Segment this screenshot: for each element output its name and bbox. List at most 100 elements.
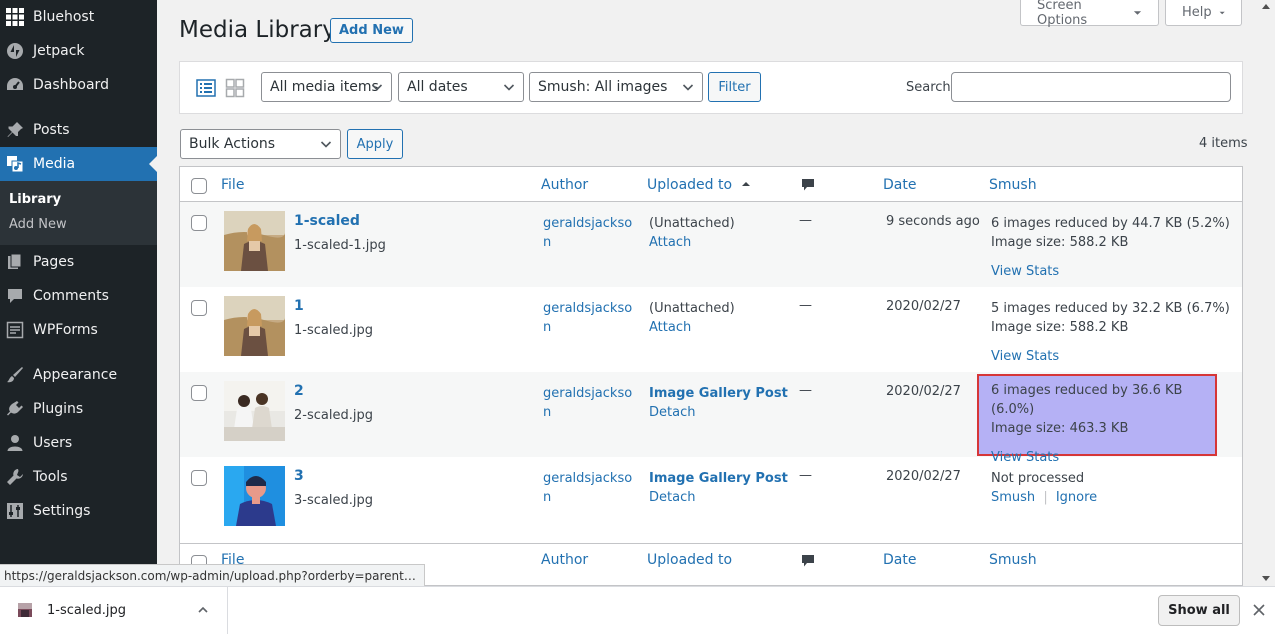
sidebar-item-label: Bluehost <box>33 9 95 25</box>
scroll-down-icon[interactable] <box>1262 576 1270 581</box>
column-uploaded-to-label: Uploaded to <box>647 177 733 193</box>
smush-image-size: Image size: 463.3 KB <box>991 421 1129 436</box>
sidebar-item-bluehost[interactable]: Bluehost <box>0 0 157 34</box>
sidebar-item-label: Appearance <box>33 367 118 383</box>
sidebar-item-appearance[interactable]: Appearance <box>0 358 157 392</box>
sidebar-item-dashboard[interactable]: Dashboard <box>0 68 157 102</box>
sidebar-item-users[interactable]: Users <box>0 426 157 460</box>
sidebar-item-pages[interactable]: Pages <box>0 245 157 279</box>
author-link[interactable]: geraldsjackson <box>543 299 633 337</box>
chevron-up-icon[interactable] <box>197 604 209 616</box>
screen-options-button[interactable]: Screen Options <box>1020 0 1159 28</box>
add-new-button[interactable]: Add New <box>330 18 413 43</box>
author-link[interactable]: geraldsjackson <box>543 214 633 252</box>
select-all-checkbox[interactable] <box>191 178 207 194</box>
sidebar-item-tools[interactable]: Tools <box>0 460 157 494</box>
chevron-down-icon <box>682 84 694 91</box>
thumbnail-image[interactable] <box>224 381 285 441</box>
file-name: 2-scaled.jpg <box>294 408 373 423</box>
grid-icon <box>5 7 25 27</box>
detach-link[interactable]: Detach <box>649 403 788 422</box>
grid-view-icon[interactable] <box>225 78 245 98</box>
sidebar-item-comments[interactable]: Comments <box>0 279 157 313</box>
users-icon <box>5 433 25 453</box>
sidebar-item-settings[interactable]: Settings <box>0 494 157 528</box>
sidebar-item-label: Pages <box>33 254 75 270</box>
download-item[interactable]: 1-scaled.jpg <box>0 587 228 634</box>
search-input[interactable] <box>951 72 1231 102</box>
pages-icon <box>5 252 25 272</box>
filter-button[interactable]: Filter <box>708 72 761 102</box>
sidebar-item-jetpack[interactable]: Jetpack <box>0 34 157 68</box>
file-title-link[interactable]: 3 <box>294 468 304 484</box>
column-uploaded-to-footer[interactable]: Uploaded to <box>647 552 732 568</box>
dates-value: All dates <box>407 79 468 95</box>
sidebar-item-label: Media <box>33 156 76 172</box>
smush-reduction: 6 images reduced by 36.6 KB (6.0%) <box>991 383 1183 417</box>
attach-link[interactable]: Attach <box>649 233 735 252</box>
smush-now-link[interactable]: Smush <box>991 490 1035 505</box>
detach-link[interactable]: Detach <box>649 488 788 507</box>
file-title-link[interactable]: 1 <box>294 298 304 314</box>
smush-image-size: Image size: 588.2 KB <box>991 235 1129 250</box>
view-stats-link[interactable]: View Stats <box>991 448 1215 467</box>
thumbnail-image[interactable] <box>224 296 285 356</box>
pin-icon <box>5 120 25 140</box>
submenu-library[interactable]: Library <box>0 187 157 212</box>
author-link[interactable]: geraldsjackson <box>543 384 633 422</box>
row-checkbox[interactable] <box>191 470 207 486</box>
view-stats-link[interactable]: View Stats <box>991 347 1230 366</box>
scroll-up-icon[interactable] <box>1262 4 1270 9</box>
column-date[interactable]: Date <box>883 177 916 193</box>
ignore-link[interactable]: Ignore <box>1056 490 1097 505</box>
uploaded-to-cell: Image Gallery Post Detach <box>649 469 788 507</box>
parent-post-link[interactable]: Image Gallery Post <box>649 384 788 403</box>
thumbnail-image[interactable] <box>224 466 285 526</box>
upload-date: 2020/02/27 <box>886 384 961 399</box>
sidebar-item-wpforms[interactable]: WPForms <box>0 313 157 347</box>
chevron-down-icon <box>320 141 332 148</box>
apply-button[interactable]: Apply <box>347 129 403 159</box>
list-view-icon[interactable] <box>196 78 216 98</box>
sidebar-item-plugins[interactable]: Plugins <box>0 392 157 426</box>
parent-post-link[interactable]: Image Gallery Post <box>649 469 788 488</box>
help-button[interactable]: Help <box>1165 0 1242 26</box>
column-date-footer[interactable]: Date <box>883 552 916 568</box>
column-file[interactable]: File <box>221 177 244 193</box>
author-link[interactable]: geraldsjackson <box>543 469 633 507</box>
sidebar-item-media[interactable]: Media <box>0 147 157 181</box>
submenu-add-new[interactable]: Add New <box>0 212 157 237</box>
file-title-link[interactable]: 2 <box>294 383 304 399</box>
table-row: 1 1-scaled.jpg geraldsjackson (Unattache… <box>180 287 1242 372</box>
column-uploaded-to[interactable]: Uploaded to <box>647 177 751 193</box>
close-icon[interactable] <box>1252 603 1266 617</box>
media-type-select[interactable]: All media items <box>261 72 392 102</box>
smush-filter-select[interactable]: Smush: All images <box>529 72 703 102</box>
bulk-actions-select[interactable]: Bulk Actions <box>180 129 341 159</box>
uploaded-to-cell: (Unattached) Attach <box>649 214 735 252</box>
download-file-name: 1-scaled.jpg <box>47 603 126 618</box>
attach-link[interactable]: Attach <box>649 318 735 337</box>
row-checkbox[interactable] <box>191 385 207 401</box>
comments-count: — <box>799 383 812 398</box>
dates-select[interactable]: All dates <box>398 72 524 102</box>
comment-column-icon <box>801 554 815 572</box>
upload-date: 2020/02/27 <box>886 469 961 484</box>
search-label: Search <box>906 80 951 95</box>
wrench-icon <box>5 467 25 487</box>
sidebar-item-posts[interactable]: Posts <box>0 113 157 147</box>
file-title-link[interactable]: 1-scaled <box>294 213 360 229</box>
thumbnail-image[interactable] <box>224 211 285 271</box>
row-checkbox[interactable] <box>191 215 207 231</box>
view-stats-link[interactable]: View Stats <box>991 262 1230 281</box>
comment-column-icon <box>801 178 815 196</box>
page-scrollbar[interactable] <box>1258 0 1275 585</box>
media-submenu: Library Add New <box>0 181 157 245</box>
show-all-button[interactable]: Show all <box>1158 595 1240 626</box>
smush-reduction: 6 images reduced by 44.7 KB (5.2%) <box>991 216 1230 231</box>
smush-status: Not processed <box>991 471 1085 486</box>
help-label: Help <box>1182 5 1212 20</box>
column-author-footer: Author <box>541 552 589 568</box>
jetpack-icon <box>5 41 25 61</box>
row-checkbox[interactable] <box>191 300 207 316</box>
